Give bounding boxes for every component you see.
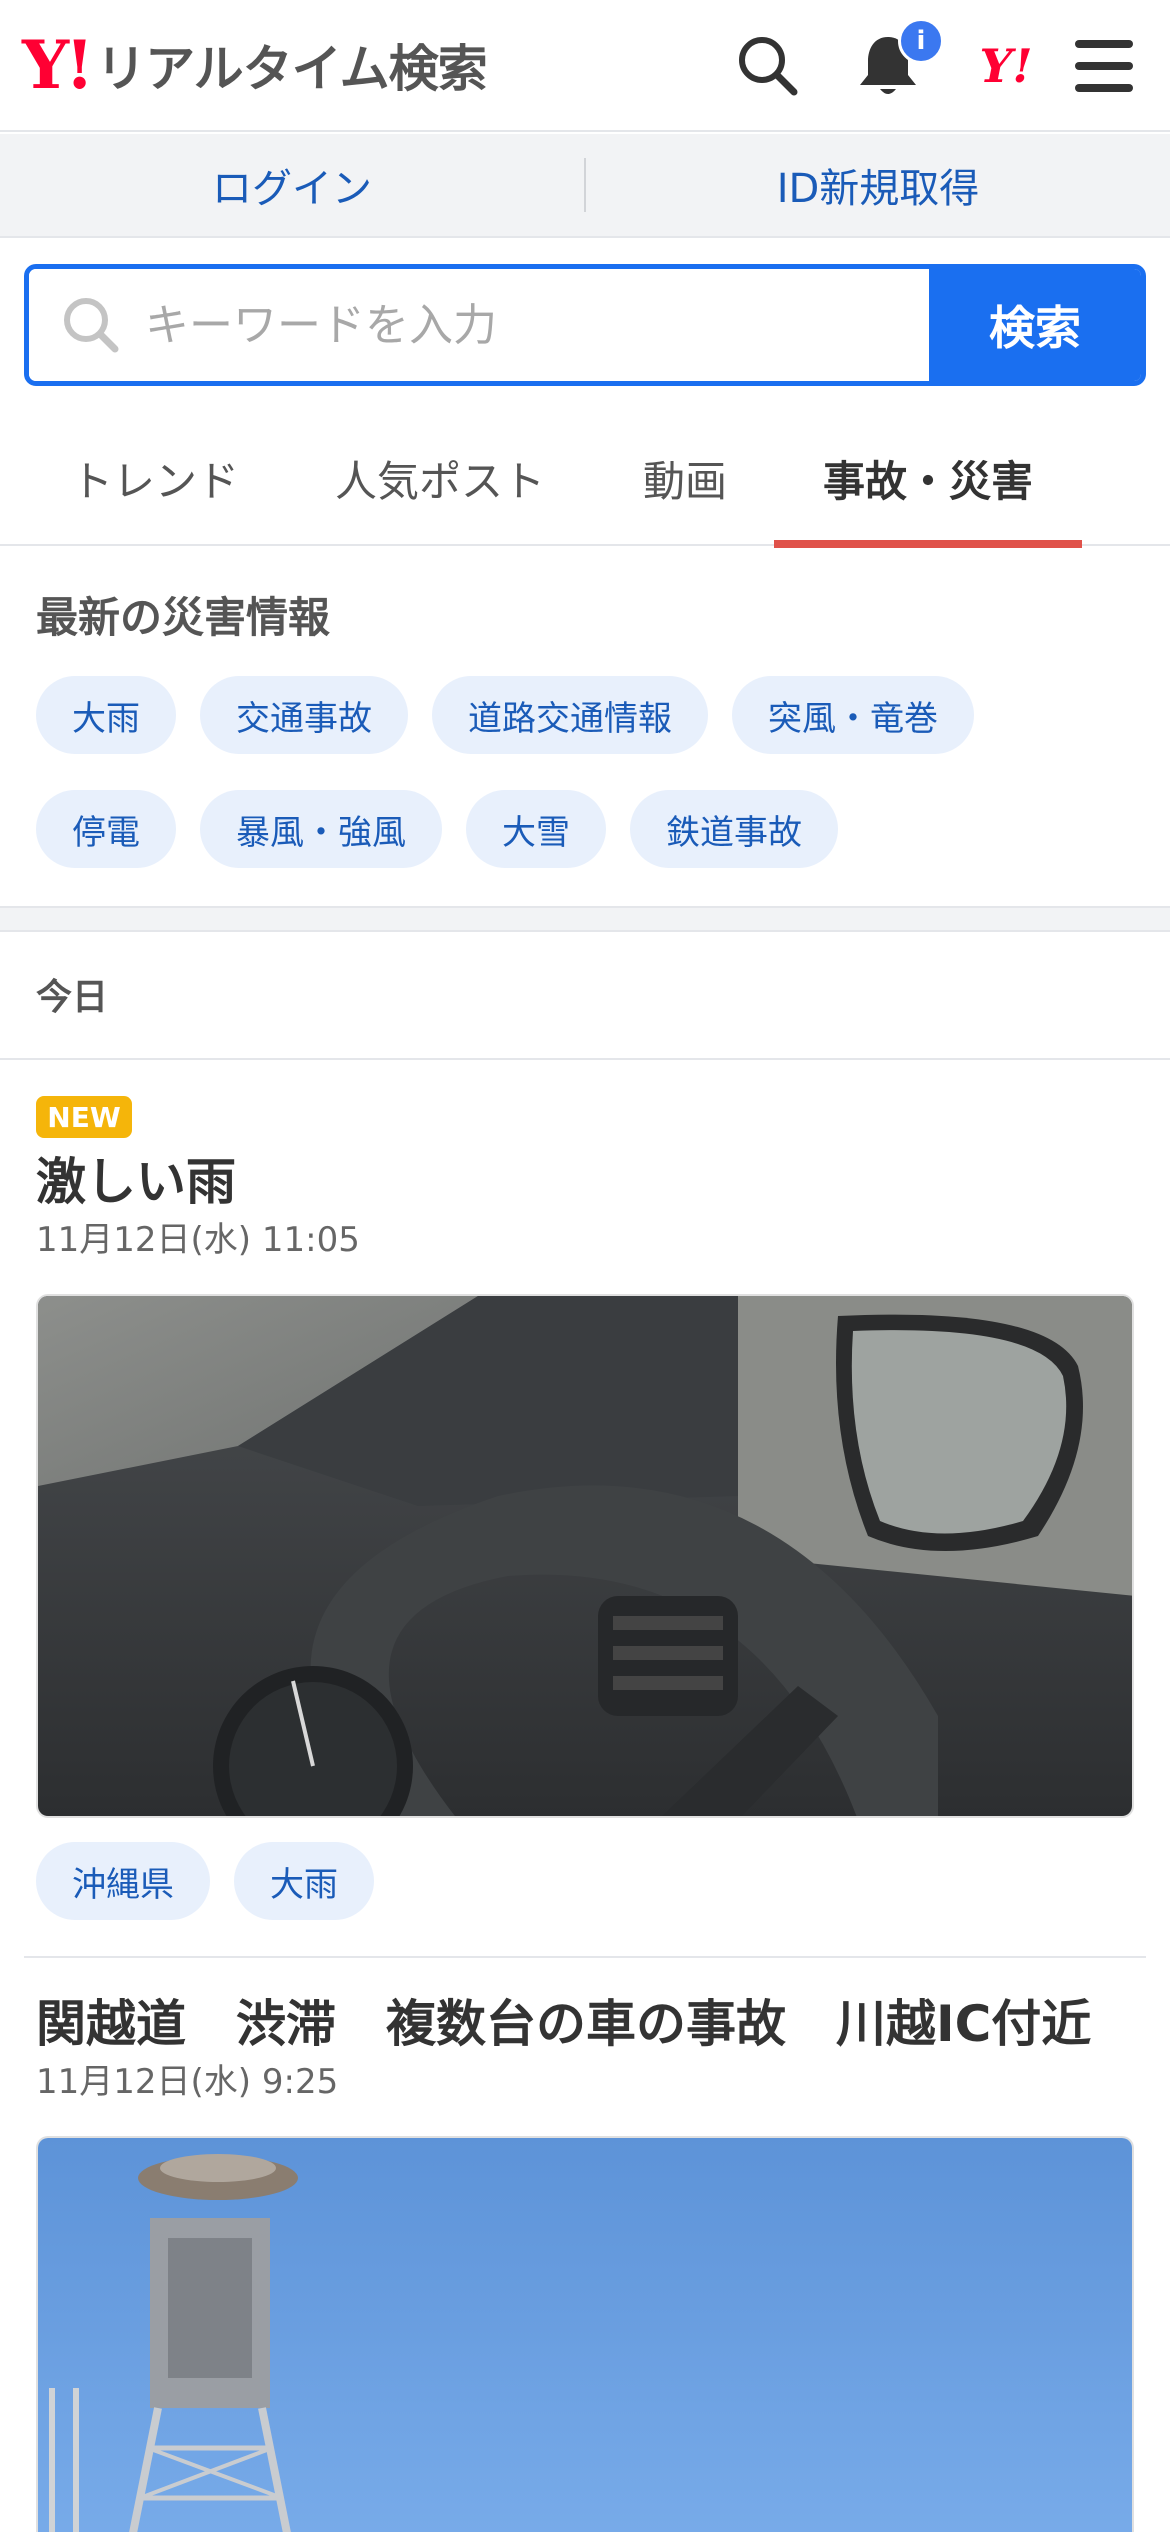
article-date: 11月12日(水) 11:05 — [36, 1220, 360, 1260]
search-button[interactable]: 検索 — [929, 269, 1141, 381]
chip-gust-tornado[interactable]: 突風・竜巻 — [732, 676, 974, 754]
chip-traffic-accident[interactable]: 交通事故 — [200, 676, 408, 754]
article-title[interactable]: 関越道 渋滞 複数台の車の事故 川越IC付近 — [36, 1984, 1091, 2056]
tab-popular-posts[interactable]: 人気ポスト — [310, 410, 570, 546]
category-tabs: トレンド 人気ポスト 動画 事故・災害 — [0, 410, 1170, 548]
tab-video[interactable]: 動画 — [610, 410, 760, 546]
tab-trend[interactable]: トレンド — [40, 410, 270, 546]
search-icon[interactable] — [728, 26, 808, 106]
notification-badge: i — [898, 18, 944, 64]
article-image-tower[interactable] — [36, 2136, 1134, 2532]
day-label: 今日 — [36, 977, 109, 1018]
bell-icon[interactable]: i — [848, 18, 944, 106]
login-bar: ログイン ID新規取得 — [0, 134, 1170, 238]
disaster-info-title: 最新の災害情報 — [36, 593, 331, 642]
yahoo-logo-icon[interactable]: Y! — [966, 26, 1046, 106]
site-logo[interactable]: Y! リアルタイム検索 — [22, 26, 488, 104]
day-divider — [0, 1058, 1170, 1060]
article-date: 11月12日(水) 9:25 — [36, 2062, 339, 2102]
article-title[interactable]: 激しい雨 — [36, 1142, 236, 1214]
app-header: Y! リアルタイム検索 i Y! — [0, 0, 1170, 132]
article-divider — [24, 1956, 1146, 1958]
tag-okinawa[interactable]: 沖縄県 — [36, 1842, 210, 1920]
search-field-icon — [64, 298, 119, 353]
chip-heavy-snow[interactable]: 大雪 — [466, 790, 606, 868]
search-input[interactable] — [145, 299, 905, 351]
chip-power-outage[interactable]: 停電 — [36, 790, 176, 868]
yahoo-logo-mark: Y! — [22, 26, 94, 104]
signup-link[interactable]: ID新規取得 — [586, 156, 1170, 214]
new-badge: NEW — [36, 1096, 132, 1138]
login-link[interactable]: ログイン — [0, 156, 584, 214]
chip-heavy-rain[interactable]: 大雨 — [36, 676, 176, 754]
disaster-chips-row-2: 停電 暴風・強風 大雪 鉄道事故 — [36, 790, 1136, 868]
chip-road-traffic-info[interactable]: 道路交通情報 — [432, 676, 708, 754]
article-tags: 沖縄県 大雨 — [36, 1842, 374, 1920]
search-form: 検索 — [24, 264, 1146, 386]
disaster-chips-row-1: 大雨 交通事故 道路交通情報 突風・竜巻 — [36, 676, 1136, 754]
menu-icon[interactable] — [1064, 26, 1144, 106]
search-field[interactable] — [29, 269, 929, 381]
site-title: リアルタイム検索 — [96, 40, 487, 98]
tab-accident-disaster[interactable]: 事故・災害 — [774, 410, 1082, 548]
article-image-car-rain[interactable] — [36, 1294, 1134, 1818]
chip-railway-accident[interactable]: 鉄道事故 — [630, 790, 838, 868]
section-gap — [0, 906, 1170, 932]
tag-heavy-rain[interactable]: 大雨 — [234, 1842, 374, 1920]
chip-storm-wind[interactable]: 暴風・強風 — [200, 790, 442, 868]
